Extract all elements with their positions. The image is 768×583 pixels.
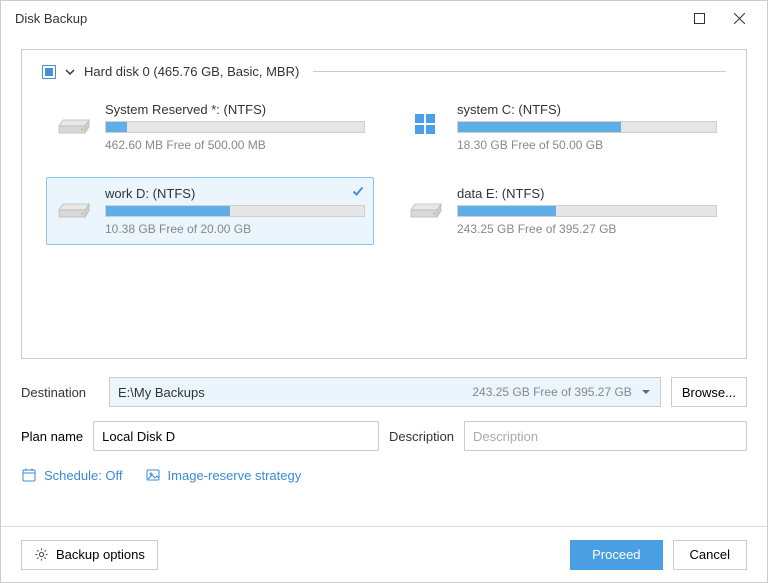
description-input[interactable] [464,421,747,451]
header-rule [313,71,726,72]
disk-label: Hard disk 0 (465.76 GB, Basic, MBR) [84,64,299,79]
partition-name: System Reserved *: (NTFS) [105,102,365,117]
image-icon [145,467,161,483]
plan-label: Plan name [21,429,83,444]
disk-header[interactable]: Hard disk 0 (465.76 GB, Basic, MBR) [42,64,726,79]
partition-usage-bar [105,121,365,133]
partition-item[interactable]: data E: (NTFS) 243.25 GB Free of 395.27 G… [398,177,726,245]
close-icon [734,13,745,24]
partition-usage-bar [457,121,717,133]
gear-icon [34,547,49,562]
schedule-link[interactable]: Schedule: Off [21,467,123,483]
partition-free-text: 462.60 MB Free of 500.00 MB [105,138,365,152]
maximize-icon [694,13,705,24]
plan-name-input[interactable] [93,421,379,451]
content-area: Hard disk 0 (465.76 GB, Basic, MBR) Syst… [1,35,767,508]
disk-checkbox[interactable] [42,65,56,79]
close-button[interactable] [719,4,759,32]
destination-path: E:\My Backups [118,385,472,400]
hdd-icon [55,192,93,224]
partition-item[interactable]: work D: (NTFS) 10.38 GB Free of 20.00 GB [46,177,374,245]
proceed-button[interactable]: Proceed [570,540,662,570]
backup-options-text: Backup options [56,547,145,562]
cancel-button[interactable]: Cancel [673,540,747,570]
windows-icon [407,108,445,140]
destination-free: 243.25 GB Free of 395.27 GB [472,385,631,399]
browse-button[interactable]: Browse... [671,377,747,407]
links-row: Schedule: Off Image-reserve strategy [21,467,747,483]
calendar-icon [21,467,37,483]
titlebar: Disk Backup [1,1,767,35]
partition-item[interactable]: system C: (NTFS) 18.30 GB Free of 50.00 G… [398,93,726,161]
plan-row: Plan name Description [21,421,747,451]
partition-name: system C: (NTFS) [457,102,717,117]
check-icon [351,184,365,198]
backup-options-button[interactable]: Backup options [21,540,158,570]
partition-free-text: 10.38 GB Free of 20.00 GB [105,222,365,236]
partition-free-text: 243.25 GB Free of 395.27 GB [457,222,717,236]
partition-item[interactable]: System Reserved *: (NTFS) 462.60 MB Free … [46,93,374,161]
partition-name: data E: (NTFS) [457,186,717,201]
chevron-down-icon [64,66,76,78]
partition-usage-bar [105,205,365,217]
hdd-icon [407,192,445,224]
maximize-button[interactable] [679,4,719,32]
caret-down-icon [640,386,652,398]
destination-row: Destination E:\My Backups 243.25 GB Free… [21,377,747,407]
description-label: Description [389,429,454,444]
image-reserve-link[interactable]: Image-reserve strategy [145,467,302,483]
partition-usage-bar [457,205,717,217]
image-reserve-text: Image-reserve strategy [168,468,302,483]
partition-free-text: 18.30 GB Free of 50.00 GB [457,138,717,152]
schedule-text: Schedule: Off [44,468,123,483]
destination-field[interactable]: E:\My Backups 243.25 GB Free of 395.27 G… [109,377,661,407]
hdd-icon [55,108,93,140]
destination-label: Destination [21,385,99,400]
footer: Backup options Proceed Cancel [1,526,767,582]
partition-grid: System Reserved *: (NTFS) 462.60 MB Free … [42,93,726,245]
disk-backup-window: Disk Backup Hard disk 0 (465.76 GB, Basi… [0,0,768,583]
window-title: Disk Backup [9,11,679,26]
disk-panel: Hard disk 0 (465.76 GB, Basic, MBR) Syst… [21,49,747,359]
partition-name: work D: (NTFS) [105,186,365,201]
